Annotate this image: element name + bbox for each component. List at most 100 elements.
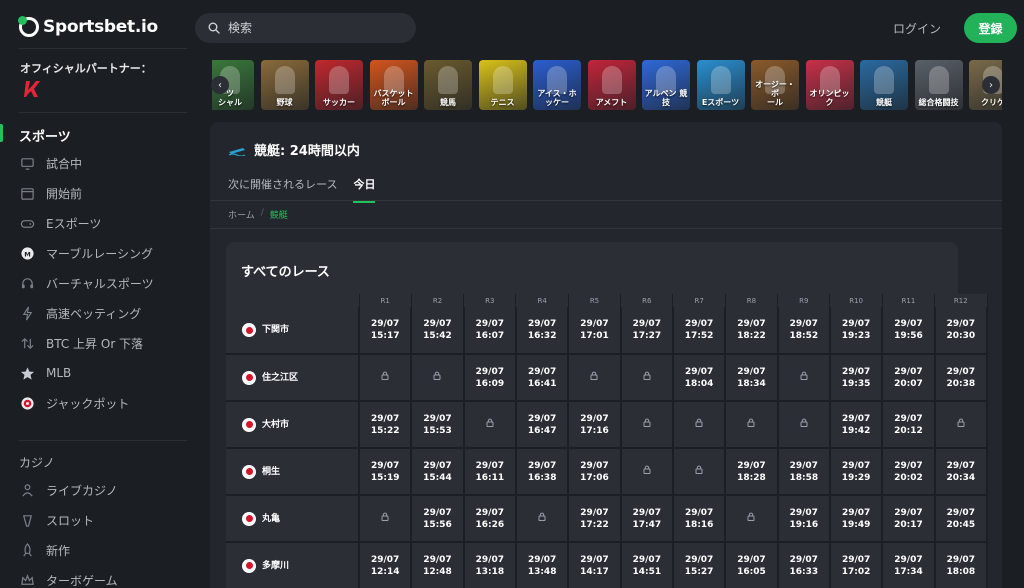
race-time-cell[interactable]: 29/07 20:30 [934,307,989,355]
race-time-cell[interactable]: 29/07 13:18 [463,542,517,588]
race-time-cell[interactable]: 29/07 20:17 [882,495,936,543]
tab-today[interactable]: 今日 [353,176,376,203]
race-time-cell[interactable]: 29/07 17:16 [568,401,622,449]
race-time-cell[interactable]: 29/07 19:35 [829,354,884,402]
race-time-cell[interactable]: 29/07 17:22 [568,495,622,543]
venue-cell[interactable]: 大村市 [226,401,360,449]
race-time-cell[interactable]: 29/07 17:01 [568,307,622,355]
race-time-cell[interactable]: 29/07 18:28 [725,448,779,496]
sidebar-sports-item[interactable]: BTC 上昇 Or 下落 [19,333,143,353]
race-time-cell[interactable]: 29/07 19:42 [829,401,884,449]
sidebar-casino-item[interactable]: スロット [19,510,94,530]
race-time-cell[interactable]: 29/07 18:52 [777,307,831,355]
race-time-cell[interactable]: 29/07 17:47 [620,495,674,543]
sport-tile[interactable]: バスケット ボール [369,60,418,110]
race-time-cell[interactable]: 29/07 18:04 [672,354,727,402]
race-time-cell[interactable]: 29/07 15:17 [359,307,413,355]
sport-tile[interactable]: アルペン 競技 [642,60,690,110]
race-time-cell[interactable]: 29/07 15:22 [359,401,413,449]
register-button[interactable]: 登録 [964,13,1017,43]
sport-tile[interactable]: オージー・ボ ール [751,60,799,110]
race-time-cell[interactable]: 29/07 20:38 [934,354,989,402]
race-time-cell[interactable]: 29/07 16:09 [463,354,517,402]
race-time-cell[interactable]: 29/07 17:52 [672,307,727,355]
brand-logo[interactable]: Sportsbet.io [18,16,158,37]
sport-tile[interactable]: アイス・ホ ッケー [533,60,581,110]
race-time-cell[interactable]: 29/07 18:08 [934,542,989,588]
race-time-cell[interactable]: 29/07 15:56 [411,495,465,543]
race-time-cell[interactable]: 29/07 14:17 [568,542,622,588]
race-time-cell[interactable]: 29/07 15:27 [672,542,727,588]
venue-cell[interactable]: 下関市 [226,307,360,355]
race-time-cell[interactable]: 29/07 18:22 [725,307,779,355]
race-time-cell[interactable]: 29/07 15:19 [359,448,413,496]
race-time-cell[interactable]: 29/07 16:07 [463,307,517,355]
search-input[interactable] [228,21,398,35]
race-time-cell[interactable]: 29/07 20:07 [882,354,936,402]
sidebar-sports-item[interactable]: 試合中 [19,153,82,173]
race-time-cell[interactable]: 29/07 12:48 [411,542,465,588]
sport-tile[interactable]: 総合格闘技 [914,60,963,110]
sport-tile[interactable]: 競馬 [424,60,472,110]
sport-tile[interactable]: オリンピック [805,60,854,110]
venue-cell[interactable]: 桐生 [226,448,360,496]
race-time-cell[interactable]: 29/07 17:06 [568,448,622,496]
sport-tile[interactable]: 競艇 [860,60,908,110]
breadcrumb-home[interactable]: ホーム [228,208,255,221]
race-time-cell[interactable]: 29/07 17:34 [882,542,936,588]
sidebar-sports-item[interactable]: ジャックポット [19,393,129,413]
race-time-cell[interactable]: 29/07 19:56 [882,307,936,355]
tab-upcoming[interactable]: 次に開催されるレース [228,176,337,203]
sidebar-sports-item[interactable]: Eスポーツ [19,213,101,233]
race-time-cell[interactable]: 29/07 19:29 [829,448,884,496]
venue-cell[interactable]: 住之江区 [226,354,360,402]
race-time-cell[interactable]: 29/07 19:16 [777,495,831,543]
sport-tile[interactable]: Eスポーツ [696,60,745,110]
race-time-cell[interactable]: 29/07 16:47 [515,401,570,449]
race-time-cell[interactable]: 29/07 16:33 [777,542,831,588]
carousel-next-button[interactable]: › [982,76,1000,94]
sidebar-sports-item[interactable]: 高速ベッティング [19,303,141,323]
race-time-cell[interactable]: 29/07 19:23 [829,307,884,355]
race-time-cell[interactable]: 29/07 16:11 [463,448,517,496]
sidebar-casino-item[interactable]: ターボゲーム [19,570,118,588]
race-time-cell[interactable]: 29/07 15:53 [411,401,465,449]
race-time-cell[interactable]: 29/07 19:49 [829,495,884,543]
race-time-cell[interactable]: 29/07 13:48 [515,542,570,588]
race-time-cell[interactable]: 29/07 20:02 [882,448,936,496]
login-link[interactable]: ログイン [893,20,941,37]
partner-logo-icon[interactable] [22,78,44,100]
race-time-cell[interactable]: 29/07 18:58 [777,448,831,496]
race-time-cell[interactable]: 29/07 17:27 [620,307,674,355]
sidebar-sports-item[interactable]: バーチャルスポーツ [19,273,154,293]
race-time-cell[interactable]: 29/07 12:14 [359,542,413,588]
race-time-cell[interactable]: 29/07 14:51 [620,542,674,588]
race-time-cell[interactable]: 29/07 16:38 [515,448,570,496]
search-bar[interactable] [195,13,416,43]
casino-section-title[interactable]: カジノ [19,454,55,471]
sport-tile[interactable]: テニス [478,60,527,110]
race-time-cell[interactable]: 29/07 16:05 [725,542,779,588]
race-time-cell[interactable]: 29/07 17:02 [829,542,884,588]
sports-section-title[interactable]: スポーツ [19,126,71,145]
sidebar-sports-item[interactable]: M マーブルレーシング [19,243,153,263]
race-time-cell[interactable]: 29/07 16:32 [515,307,570,355]
sidebar-casino-item[interactable]: 新作 [19,540,70,560]
race-time-cell[interactable]: 29/07 16:26 [463,495,517,543]
venue-cell[interactable]: 丸亀 [226,495,360,543]
race-time-cell[interactable]: 29/07 18:34 [725,354,779,402]
race-time-cell[interactable]: 29/07 15:44 [411,448,465,496]
sidebar-sports-item[interactable]: 開始前 [19,183,82,203]
race-time-cell[interactable]: 29/07 20:34 [934,448,989,496]
sport-tile[interactable]: サッカー [315,60,363,110]
sidebar-sports-item[interactable]: MLB [19,363,71,383]
carousel-prev-button[interactable]: ‹ [211,76,229,94]
race-time-cell[interactable]: 29/07 20:45 [934,495,989,543]
sport-tile[interactable]: 野球 [260,60,309,110]
race-time-cell[interactable]: 29/07 18:16 [672,495,727,543]
race-time-cell[interactable]: 29/07 15:42 [411,307,465,355]
sport-tile[interactable]: アメフト [587,60,636,110]
sidebar-casino-item[interactable]: ライブカジノ [19,480,118,500]
race-time-cell[interactable]: 29/07 20:12 [882,401,936,449]
race-time-cell[interactable]: 29/07 16:41 [515,354,570,402]
